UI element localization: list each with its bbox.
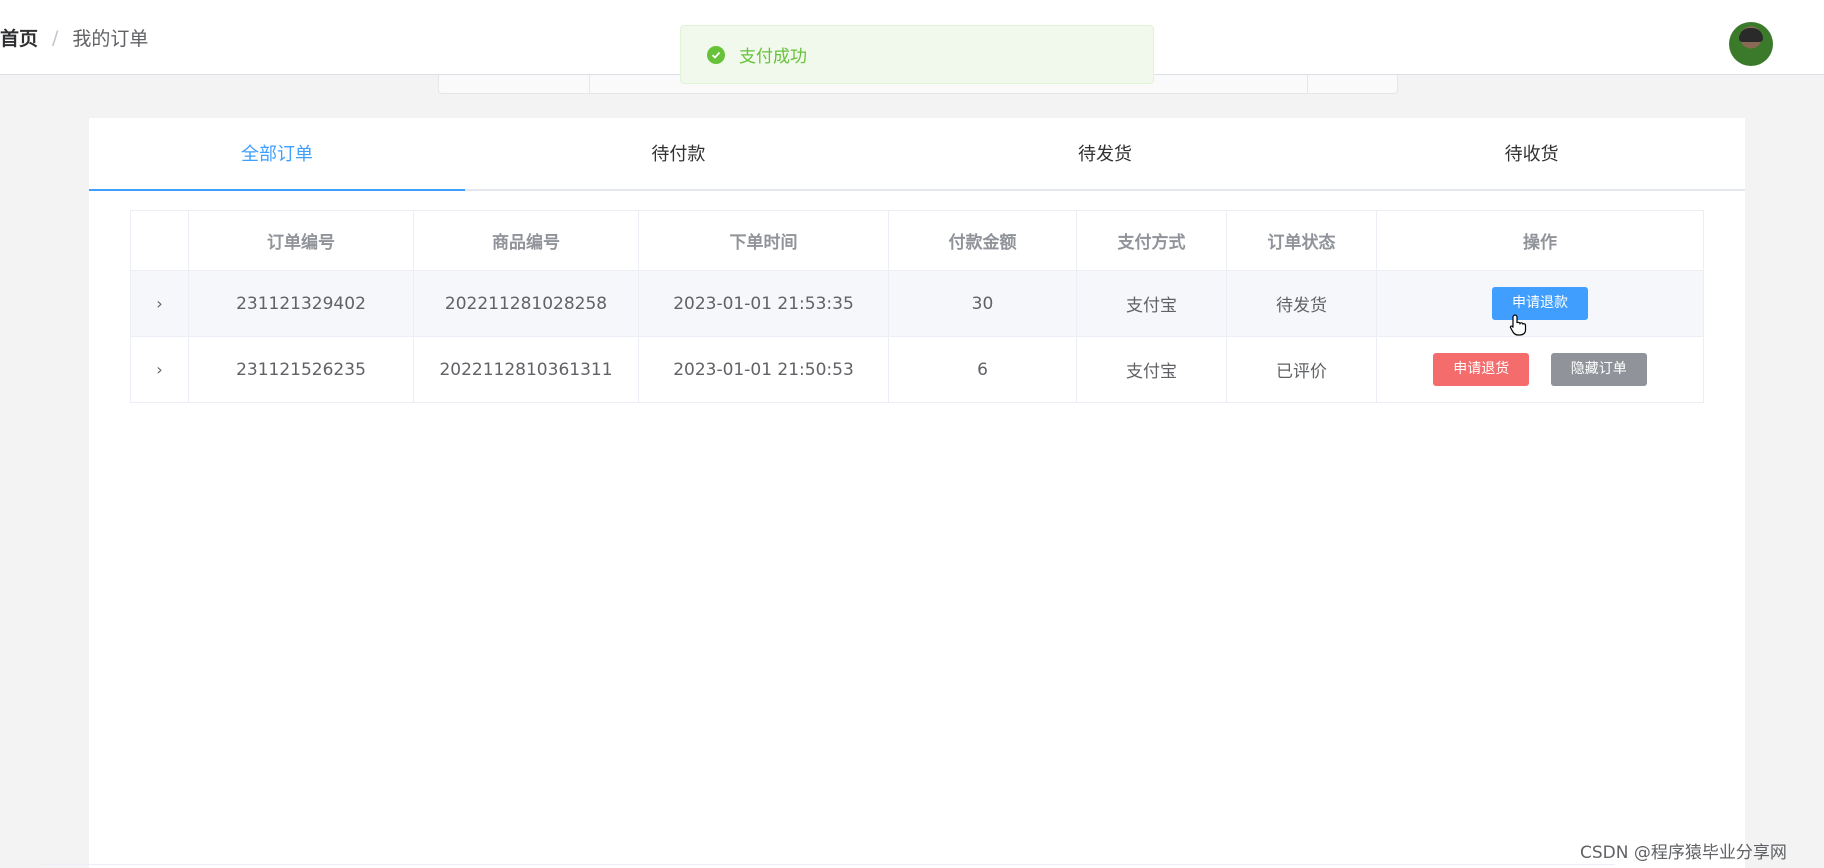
column-header-pay-method: 支付方式 (1076, 210, 1227, 271)
row-expand-icon[interactable]: › (130, 336, 189, 403)
toast-message: 支付成功 (739, 47, 807, 67)
column-header-time: 下单时间 (638, 210, 889, 271)
mouse-cursor-icon (1509, 314, 1527, 336)
cell-actions: 申请退款 (1376, 270, 1704, 337)
search-bar-divider (1307, 75, 1308, 93)
cell-pay-method: 支付宝 (1076, 336, 1227, 403)
column-header-actions: 操作 (1376, 210, 1704, 271)
tab-pending-receipt[interactable]: 待收货 (1318, 118, 1745, 189)
cell-product-no: 202211281028258 (413, 270, 639, 337)
orders-card: 全部订单 待付款 待发货 待收货 订单编号 商品编号 下单时间 付款金额 支付方… (89, 118, 1745, 868)
cell-status: 待发货 (1226, 270, 1377, 337)
table-row: › 231121526235 2022112810361311 2023-01-… (130, 336, 1704, 403)
breadcrumb-home-link[interactable]: 首页 (0, 24, 38, 51)
column-header-product-no: 商品编号 (413, 210, 639, 271)
request-refund-button[interactable]: 申请退款 (1492, 287, 1588, 320)
table-bottom-border (41, 864, 1615, 865)
expand-column-header (130, 210, 189, 271)
cell-order-no: 231121329402 (188, 270, 414, 337)
cell-order-no: 231121526235 (188, 336, 414, 403)
column-header-status: 订单状态 (1226, 210, 1377, 271)
cell-time: 2023-01-01 21:53:35 (638, 270, 889, 337)
cell-actions: 申请退货 隐藏订单 (1376, 336, 1704, 403)
hide-order-button[interactable]: 隐藏订单 (1550, 353, 1647, 386)
request-return-button[interactable]: 申请退货 (1433, 353, 1530, 386)
cell-pay-method: 支付宝 (1076, 270, 1227, 337)
tab-pending-payment[interactable]: 待付款 (465, 118, 892, 189)
cell-product-no: 2022112810361311 (413, 336, 639, 403)
tab-pending-shipment[interactable]: 待发货 (892, 118, 1319, 189)
success-toast: 支付成功 (680, 25, 1154, 84)
cell-time: 2023-01-01 21:50:53 (638, 336, 889, 403)
tab-all-orders[interactable]: 全部订单 (89, 118, 465, 191)
breadcrumb: 首页 / 我的订单 (0, 24, 148, 51)
row-expand-icon[interactable]: › (130, 270, 189, 337)
table-row: › 231121329402 202211281028258 2023-01-0… (130, 270, 1704, 337)
cell-amount: 30 (888, 270, 1077, 337)
orders-table: 订单编号 商品编号 下单时间 付款金额 支付方式 订单状态 操作 › 23112… (130, 210, 1704, 403)
table-header-row: 订单编号 商品编号 下单时间 付款金额 支付方式 订单状态 操作 (130, 210, 1704, 271)
breadcrumb-current: 我的订单 (72, 28, 149, 50)
cell-amount: 6 (888, 336, 1077, 403)
cell-status: 已评价 (1226, 336, 1377, 403)
breadcrumb-separator: / (52, 26, 59, 49)
order-tabs: 全部订单 待付款 待发货 待收货 (89, 118, 1745, 191)
search-bar-divider (589, 75, 590, 93)
check-circle-icon (707, 45, 725, 64)
column-header-order-no: 订单编号 (188, 210, 414, 271)
user-avatar[interactable] (1729, 22, 1773, 66)
column-header-amount: 付款金额 (888, 210, 1077, 271)
watermark: CSDN @程序猿毕业分享网 (1580, 843, 1787, 863)
